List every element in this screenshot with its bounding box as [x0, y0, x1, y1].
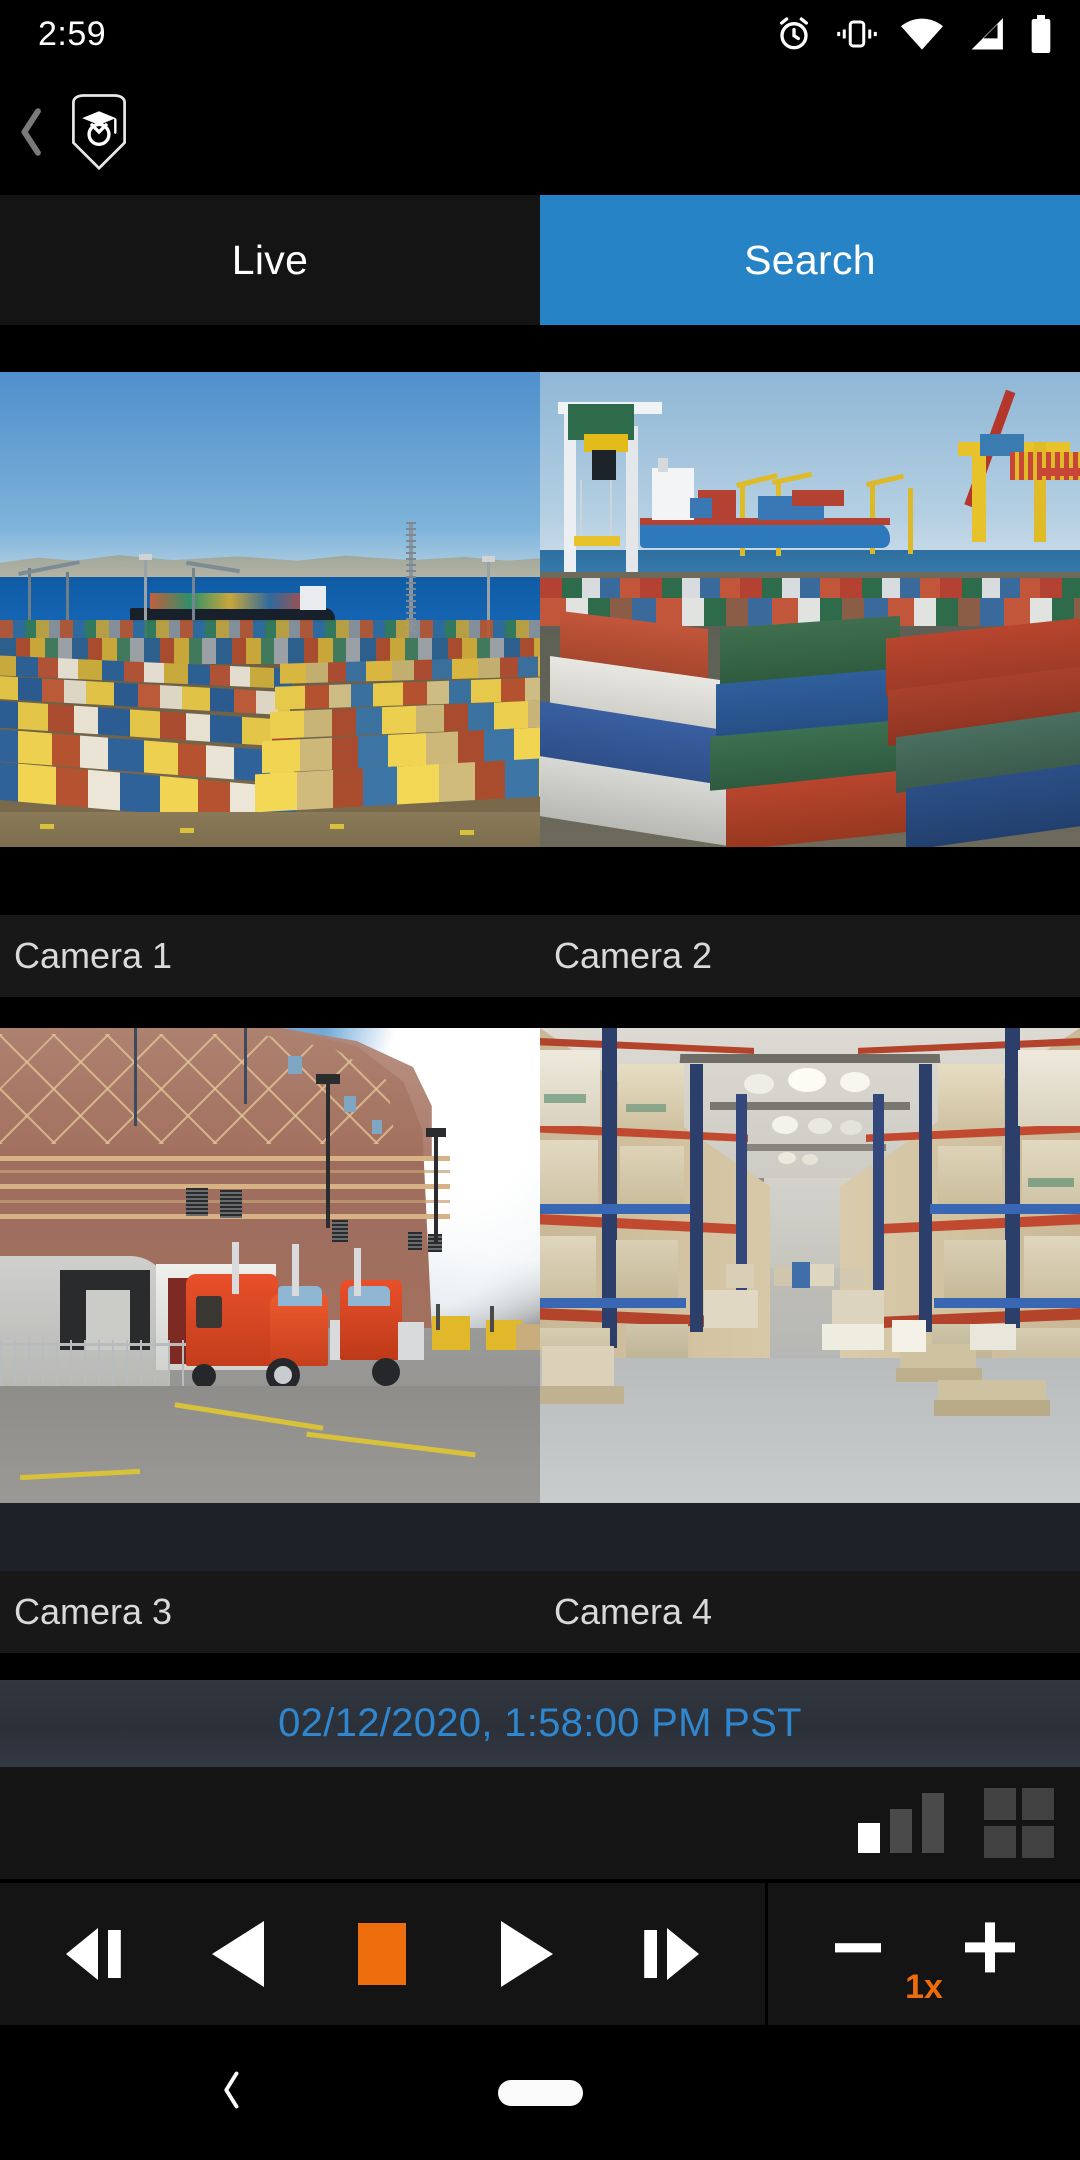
camera-2-feed [540, 372, 1080, 847]
playback-timestamp: 02/12/2020, 1:58:00 PM PST [278, 1701, 802, 1745]
camera-tile-2[interactable] [540, 372, 1080, 847]
rewind-button[interactable] [184, 1899, 294, 2009]
options-toolbar [0, 1767, 1080, 1879]
battery-icon [1031, 15, 1051, 53]
camera-label-3: Camera 3 [14, 1591, 173, 1632]
step-forward-icon [644, 1928, 700, 1980]
play-button[interactable] [471, 1899, 581, 2009]
camera-1-feed [0, 372, 540, 847]
nav-home-pill-icon[interactable] [497, 2079, 583, 2106]
camera-label-2: Camera 2 [554, 935, 713, 976]
status-bar-clock: 2:59 [38, 14, 107, 53]
status-bar: 2:59 [0, 0, 1080, 68]
nav-back-icon[interactable] [218, 2068, 244, 2117]
camera-label-4: Camera 4 [554, 1591, 713, 1632]
view-mode-tabs: Live Search [0, 195, 1080, 325]
minus-icon [835, 1943, 881, 1953]
camera-tiles-row-1 [0, 372, 1080, 847]
tab-live[interactable]: Live [0, 195, 540, 325]
zoom-speed-controls: 1x [768, 1883, 1080, 2025]
vibrate-icon [837, 20, 877, 48]
step-forward-button[interactable] [614, 1899, 724, 2009]
shield-graduation-cap-logo[interactable] [62, 89, 136, 175]
status-bar-icons [774, 14, 1054, 54]
play-icon [500, 1921, 553, 1987]
camera-labels-row-1: Camera 1 Camera 2 [0, 915, 1080, 997]
step-backward-icon [65, 1928, 121, 1980]
camera-tile-4[interactable] [540, 1028, 1080, 1503]
step-backward-button[interactable] [41, 1899, 151, 2009]
camera-tiles-row-2 [0, 1028, 1080, 1503]
tab-search[interactable]: Search [540, 195, 1080, 325]
transport-controls [0, 1883, 765, 2025]
camera-labels-row-2: Camera 3 Camera 4 [0, 1571, 1080, 1653]
camera-4-feed [540, 1028, 1080, 1503]
camera-grid: Camera 1 Camera 2 Camera 3 Camera 4 [0, 325, 1080, 1680]
camera-3-feed [0, 1028, 540, 1503]
playback-speed-label: 1x [905, 1968, 943, 2006]
camera-row-1: Camera 1 Camera 2 [0, 372, 1080, 997]
stop-icon [358, 1923, 407, 1985]
alarm-clock-icon [780, 17, 808, 50]
back-chevron-icon[interactable] [8, 102, 54, 162]
camera-row-2: Camera 3 Camera 4 [0, 1028, 1080, 1653]
app-root: 2:59 Live Search Camera 1 Camera 2 Camer… [0, 0, 1080, 2160]
camera-label-1: Camera 1 [14, 935, 173, 976]
grid-2x2-icon[interactable] [984, 1788, 1054, 1858]
wifi-icon [901, 18, 943, 50]
playback-controls: 1x [0, 1883, 1080, 2025]
cellular-signal-icon [971, 18, 1003, 50]
signal-bars-icon[interactable] [858, 1793, 944, 1853]
rewind-icon [212, 1921, 265, 1987]
camera-tile-1[interactable] [0, 372, 540, 847]
app-bar [0, 68, 1080, 195]
row-gap-filler [0, 1503, 1080, 1571]
camera-tile-3[interactable] [0, 1028, 540, 1503]
playback-timestamp-bar[interactable]: 02/12/2020, 1:58:00 PM PST [0, 1680, 1080, 1767]
stop-button[interactable] [327, 1899, 437, 2009]
system-nav-bar [0, 2025, 1080, 2160]
